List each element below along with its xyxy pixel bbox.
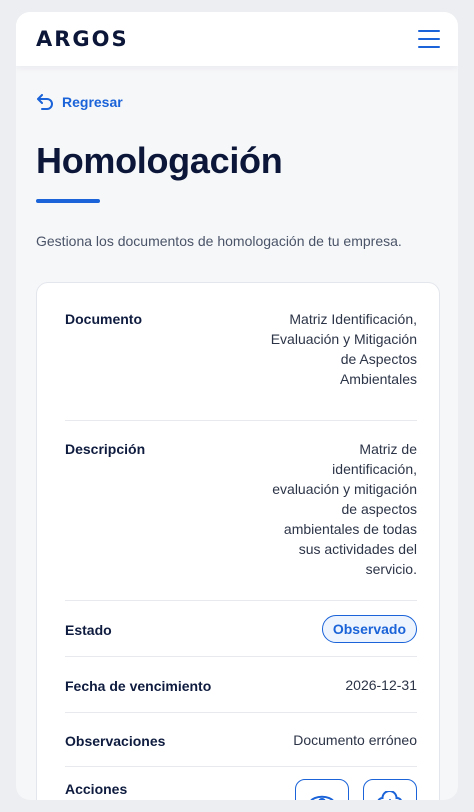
eye-icon — [310, 795, 334, 800]
cloud-download-icon — [377, 791, 402, 800]
view-document-button[interactable] — [295, 779, 349, 800]
observaciones-label: Observaciones — [65, 732, 166, 749]
row-documento: Documento Matriz Identificación, Evaluac… — [65, 309, 417, 421]
row-estado: Estado Observado — [65, 601, 417, 657]
app-screen: ARGOS Regresar Homologación Gestiona los… — [16, 12, 458, 800]
observaciones-value: Documento erróneo — [293, 731, 417, 748]
fecha-label: Fecha de vencimiento — [65, 677, 212, 694]
row-fecha: Fecha de vencimiento 2026-12-31 — [65, 657, 417, 713]
argos-logo[interactable]: ARGOS — [36, 27, 129, 51]
back-link[interactable]: Regresar — [36, 94, 123, 110]
document-detail-card: Documento Matriz Identificación, Evaluac… — [36, 282, 440, 800]
top-bar: ARGOS — [16, 12, 458, 66]
documento-label: Documento — [65, 311, 142, 327]
status-badge: Observado — [321, 614, 417, 643]
row-observaciones: Observaciones Documento erróneo — [65, 713, 417, 767]
hamburger-menu-icon[interactable] — [418, 30, 440, 48]
action-buttons — [295, 779, 417, 800]
page-title: Homologación — [36, 140, 283, 181]
title-underline — [36, 199, 100, 203]
download-document-button[interactable] — [363, 779, 417, 800]
acciones-label: Acciones — [65, 781, 128, 797]
row-descripcion: Descripción Matriz de identificación, ev… — [65, 423, 417, 601]
descripcion-label: Descripción — [65, 441, 146, 457]
estado-label: Estado — [65, 621, 112, 638]
documento-value: Matriz Identificación, Evaluación y Miti… — [270, 311, 417, 387]
fecha-value: 2026-12-31 — [345, 676, 417, 693]
undo-arrow-icon — [37, 94, 53, 110]
page-subtitle: Gestiona los documentos de homologación … — [36, 233, 402, 249]
row-acciones: Acciones — [65, 779, 417, 800]
descripcion-value: Matriz de identificación, evaluación y m… — [272, 441, 417, 577]
back-link-label: Regresar — [62, 94, 123, 110]
